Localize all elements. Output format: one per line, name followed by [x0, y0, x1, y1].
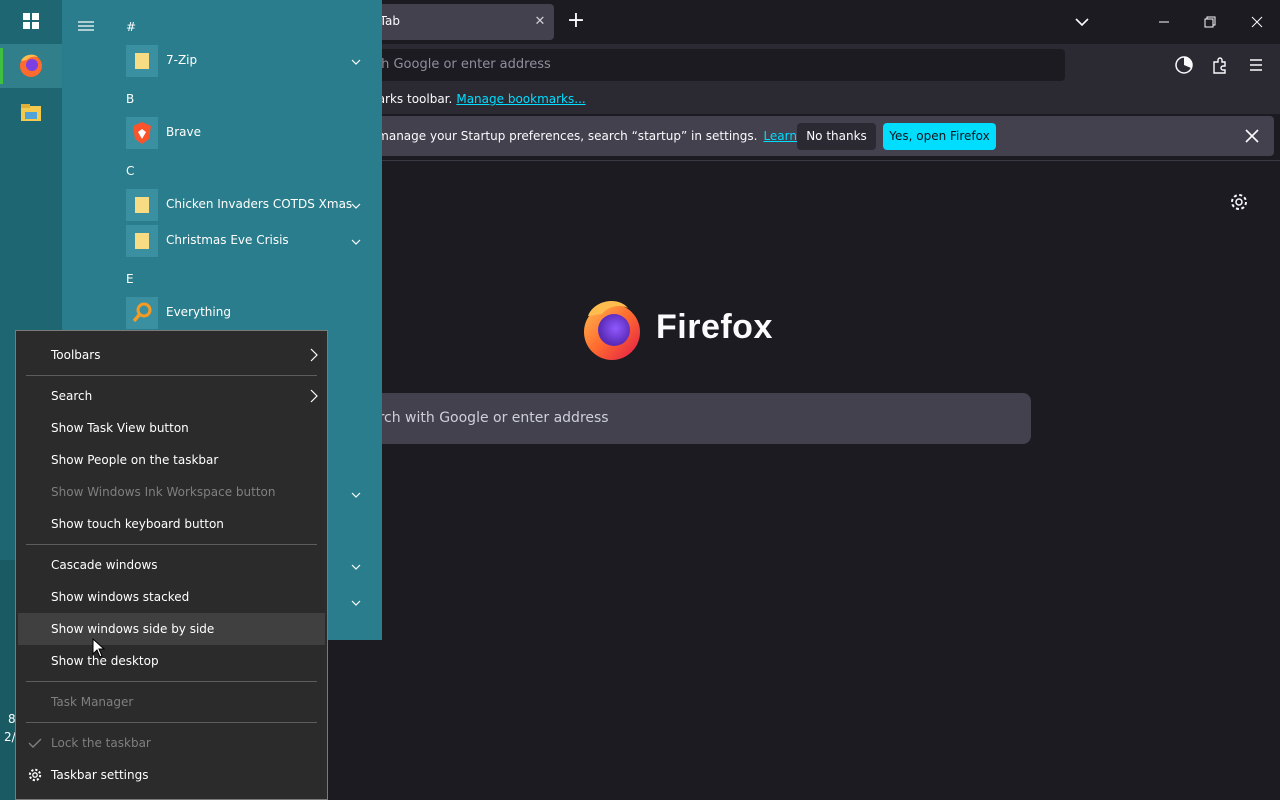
close-notification-icon[interactable]	[1242, 126, 1262, 146]
hamburger-menu-icon[interactable]	[1244, 53, 1268, 77]
menu-item-toolbars[interactable]: Toolbars	[18, 339, 325, 371]
menu-item-lock-taskbar: Lock the taskbar	[18, 727, 325, 759]
menu-item-label: Show People on the taskbar	[51, 453, 219, 467]
windows-icon[interactable]	[0, 0, 62, 44]
chevron-down-icon[interactable]	[350, 558, 362, 570]
search-placeholder: arch with Google or enter address	[370, 410, 609, 426]
gear-icon	[27, 767, 43, 783]
menu-separator	[26, 722, 317, 723]
group-letter[interactable]: B	[126, 92, 134, 106]
search-magnifier-icon	[126, 297, 158, 329]
menu-item-label: Toolbars	[51, 348, 101, 362]
app-name: Everything	[166, 305, 231, 319]
chevron-down-icon[interactable]	[350, 197, 362, 209]
app-everything[interactable]: Everything	[124, 296, 374, 330]
menu-item-show-windows-stacked[interactable]: Show windows stacked	[18, 581, 325, 613]
menu-item-label: Task Manager	[51, 695, 134, 709]
startup-notification-bar: o manage your Startup preferences, searc…	[330, 116, 1274, 156]
mouse-cursor-icon	[92, 637, 106, 658]
menu-item-show-touch-keyboard[interactable]: Show touch keyboard button	[18, 508, 325, 540]
menu-item-show-task-view[interactable]: Show Task View button	[18, 412, 325, 444]
active-indicator	[0, 48, 3, 84]
menu-separator	[26, 681, 317, 682]
account-icon[interactable]	[1172, 53, 1196, 77]
new-tab-button[interactable]: +	[564, 10, 588, 34]
gear-icon[interactable]	[1228, 191, 1250, 213]
manage-bookmarks-link[interactable]: Manage bookmarks...	[456, 92, 585, 106]
menu-separator	[26, 375, 317, 376]
firefox-taskbar-icon[interactable]	[0, 44, 62, 88]
folder-icon	[126, 45, 158, 77]
menu-item-show-ink-workspace: Show Windows Ink Workspace button	[18, 476, 325, 508]
chevron-down-icon[interactable]	[350, 233, 362, 245]
chevron-down-icon[interactable]	[350, 53, 362, 65]
menu-item-show-desktop[interactable]: Show the desktop	[18, 645, 325, 677]
chevron-right-icon	[308, 348, 320, 362]
app-christmas-eve-crisis[interactable]: Christmas Eve Crisis	[124, 224, 374, 258]
group-letter[interactable]: C	[126, 164, 134, 178]
firefox-logo-icon	[578, 294, 646, 362]
menu-item-label: Taskbar settings	[51, 768, 149, 782]
menu-item-show-windows-side-by-side[interactable]: Show windows side by side	[18, 613, 325, 645]
address-bar-placeholder: th Google or enter address	[376, 57, 551, 72]
menu-item-label: Show touch keyboard button	[51, 517, 224, 531]
menu-item-cascade-windows[interactable]: Cascade windows	[18, 549, 325, 581]
list-all-tabs-icon[interactable]	[1070, 10, 1094, 34]
file-explorer-icon[interactable]	[0, 90, 62, 134]
taskbar-context-menu: Toolbars Search Show Task View button Sh…	[15, 330, 328, 800]
menu-item-taskbar-settings[interactable]: Taskbar settings	[18, 759, 325, 791]
start-menu-hamburger-icon[interactable]	[76, 18, 96, 34]
menu-item-task-manager: Task Manager	[18, 686, 325, 718]
menu-item-label: Show Task View button	[51, 421, 189, 435]
app-name: Christmas Eve Crisis	[166, 233, 289, 247]
newtab-search-box[interactable]: arch with Google or enter address	[330, 393, 1031, 444]
menu-item-label: Search	[51, 389, 93, 403]
menu-item-show-people[interactable]: Show People on the taskbar	[18, 444, 325, 476]
chevron-right-icon	[308, 389, 320, 403]
yes-open-firefox-button[interactable]: Yes, open Firefox	[883, 123, 996, 150]
menu-item-label: Show Windows Ink Workspace button	[51, 485, 276, 499]
chevron-down-icon[interactable]	[350, 594, 362, 606]
app-brave[interactable]: Brave	[124, 116, 374, 150]
chevron-down-icon[interactable]	[350, 486, 362, 498]
group-letter[interactable]: E	[126, 272, 134, 286]
app-7zip[interactable]: 7-Zip	[124, 44, 374, 78]
menu-item-label: Show windows side by side	[51, 622, 215, 636]
menu-separator	[26, 544, 317, 545]
menu-item-search[interactable]: Search	[18, 380, 325, 412]
menu-item-label: Cascade windows	[51, 558, 158, 572]
brave-icon	[126, 117, 158, 149]
menu-item-label: Lock the taskbar	[51, 736, 151, 750]
notification-text: o manage your Startup preferences, searc…	[366, 129, 758, 143]
menu-item-label: Show windows stacked	[51, 590, 190, 604]
firefox-wordmark: Firefox	[656, 308, 773, 346]
divider	[330, 160, 1280, 161]
no-thanks-button[interactable]: No thanks	[797, 123, 876, 150]
address-bar[interactable]: th Google or enter address	[330, 49, 1065, 81]
app-chicken-invaders[interactable]: Chicken Invaders COTDS Xmas	[124, 188, 374, 222]
folder-icon	[126, 225, 158, 257]
extensions-icon[interactable]	[1208, 53, 1232, 77]
close-window-button[interactable]	[1243, 8, 1271, 36]
minimize-button[interactable]	[1150, 8, 1178, 36]
desktop-text: 2/	[4, 730, 16, 744]
app-name: 7-Zip	[166, 53, 198, 67]
tab-close-icon[interactable]: ✕	[532, 13, 548, 31]
restore-button[interactable]	[1196, 8, 1224, 36]
group-letter[interactable]: #	[126, 20, 136, 34]
app-name: Chicken Invaders COTDS Xmas	[166, 197, 353, 211]
app-name: Brave	[166, 125, 202, 139]
folder-icon	[126, 189, 158, 221]
checkmark-icon	[28, 736, 42, 750]
